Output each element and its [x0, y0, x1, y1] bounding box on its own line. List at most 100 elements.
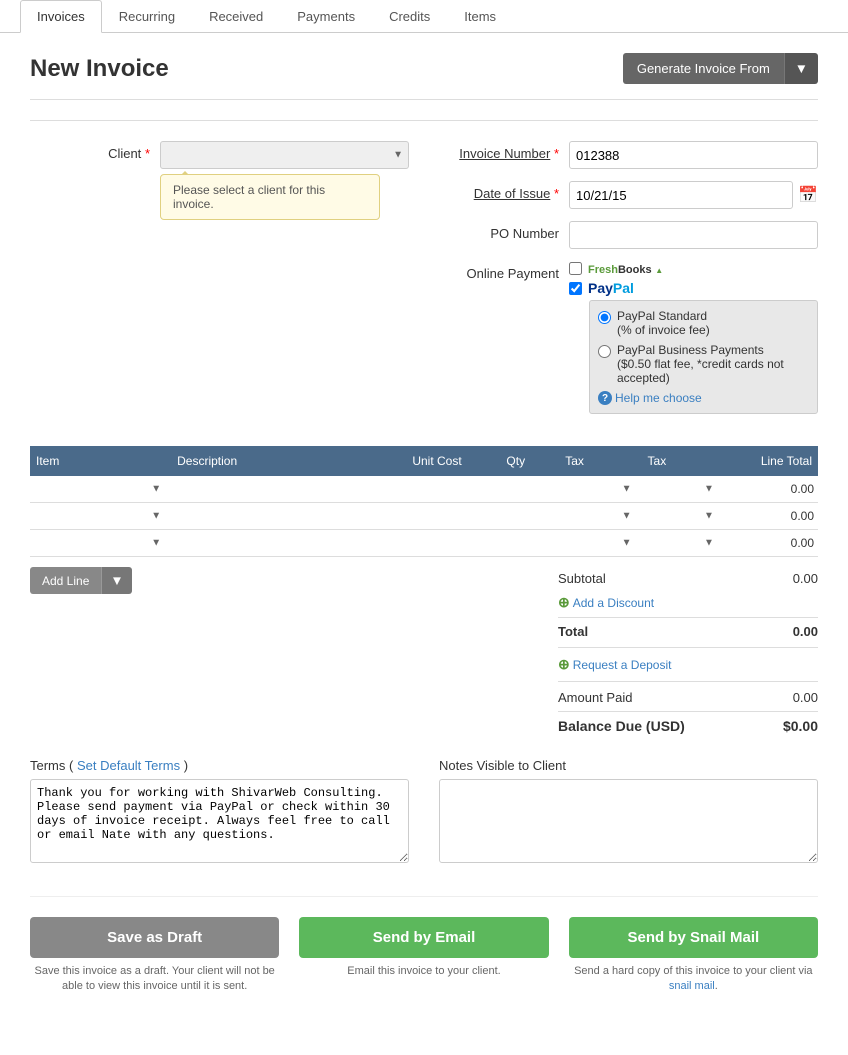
po-number-input[interactable] [569, 221, 818, 249]
notes-label: Notes Visible to Client [439, 758, 818, 773]
item-select-2[interactable] [34, 510, 167, 524]
po-number-input-container [569, 221, 818, 249]
paypal-options: PayPal Standard (% of invoice fee) PayPa… [589, 300, 818, 414]
chevron-down-icon: ▼ [110, 573, 123, 588]
chevron-down-icon: ▼ [795, 61, 808, 76]
save-as-draft-button[interactable]: Save as Draft [30, 917, 279, 958]
form-right: Invoice Number * Date of Issue * 📅 [439, 141, 818, 426]
client-label: Client * [30, 141, 160, 161]
col-description: Description [171, 446, 406, 476]
po-number-row: PO Number [439, 221, 818, 249]
main-content: New Invoice Generate Invoice From ▼ Clie… [0, 33, 848, 1055]
paypal-payment-option: PayPal [569, 280, 818, 296]
tab-payments[interactable]: Payments [280, 0, 372, 33]
plus-icon: ⊕ [558, 656, 570, 673]
page-header: New Invoice Generate Invoice From ▼ [30, 53, 818, 100]
client-select-wrapper [160, 141, 409, 169]
online-payment-row: Online Payment FreshBooks ▲ P [439, 261, 818, 414]
send-by-email-button[interactable]: Send by Email [299, 917, 548, 958]
notes-section: Notes Visible to Client [439, 758, 818, 866]
invoice-number-label: Invoice Number * [439, 141, 569, 161]
amount-paid-row: Amount Paid 0.00 [558, 686, 818, 709]
qty-input-3[interactable] [504, 534, 555, 552]
terms-label: Terms ( Set Default Terms ) [30, 758, 409, 773]
client-required: * [145, 146, 150, 161]
terms-section: Terms ( Set Default Terms ) <span data-b… [30, 758, 409, 866]
unit-cost-input-3[interactable] [410, 534, 496, 552]
request-deposit-link[interactable]: ⊕ Request a Deposit [558, 656, 671, 673]
qty-input-2[interactable] [504, 507, 555, 525]
totals-section: Subtotal 0.00 ⊕ Add a Discount Total 0.0… [558, 567, 818, 738]
tab-received[interactable]: Received [192, 0, 280, 33]
help-icon: ? [598, 391, 612, 405]
add-line-group: Add Line ▼ [30, 567, 132, 594]
add-line-button[interactable]: Add Line [30, 567, 101, 594]
paypal-business-radio[interactable] [598, 345, 611, 358]
client-select[interactable] [160, 141, 409, 169]
tab-recurring[interactable]: Recurring [102, 0, 192, 33]
table-row: 0.00 [30, 476, 818, 503]
po-number-label: PO Number [439, 221, 569, 241]
description-input-2[interactable] [175, 507, 402, 525]
freshbooks-logo: FreshBooks ▲ [588, 261, 663, 276]
nav-tabs: Invoices Recurring Received Payments Cre… [0, 0, 848, 33]
invoice-number-input[interactable] [569, 141, 818, 169]
date-of-issue-label: Date of Issue * [439, 181, 569, 201]
set-default-terms-link[interactable]: Set Default Terms [77, 758, 180, 773]
page-title: New Invoice [30, 55, 169, 83]
paypal-standard-row: PayPal Standard (% of invoice fee) [598, 309, 809, 337]
generate-invoice-button[interactable]: Generate Invoice From [623, 53, 784, 84]
tab-invoices[interactable]: Invoices [20, 0, 102, 33]
balance-due-row: Balance Due (USD) $0.00 [558, 711, 818, 738]
table-row: 0.00 [30, 530, 818, 557]
invoice-number-row: Invoice Number * [439, 141, 818, 169]
date-of-issue-input[interactable] [569, 181, 793, 209]
total-row: Total 0.00 [558, 617, 818, 643]
col-qty: Qty [500, 446, 559, 476]
paypal-logo: PayPal [588, 280, 634, 296]
unit-cost-input-2[interactable] [410, 507, 496, 525]
tax2-select-3[interactable] [646, 537, 720, 551]
tax2-select-1[interactable] [646, 483, 720, 497]
add-line-dropdown[interactable]: ▼ [101, 567, 131, 594]
description-input-1[interactable] [175, 480, 402, 498]
generate-invoice-dropdown[interactable]: ▼ [784, 53, 818, 84]
tab-credits[interactable]: Credits [372, 0, 447, 33]
terms-textarea[interactable]: <span data-bind="terms.value"></span> [30, 779, 409, 863]
paypal-standard-radio[interactable] [598, 311, 611, 324]
qty-input-1[interactable] [504, 480, 555, 498]
subtotal-row: Subtotal 0.00 [558, 567, 818, 590]
add-discount-link[interactable]: ⊕ Add a Discount [558, 594, 654, 611]
col-unit-cost: Unit Cost [406, 446, 500, 476]
description-input-3[interactable] [175, 534, 402, 552]
email-group: Send by Email Email this invoice to your… [299, 917, 548, 979]
deposit-row: ⊕ Request a Deposit [558, 652, 818, 677]
paypal-business-row: PayPal Business Payments ($0.50 flat fee… [598, 343, 809, 385]
tax1-select-2[interactable] [563, 510, 637, 524]
paypal-checkbox[interactable] [569, 282, 582, 295]
unit-cost-input-1[interactable] [410, 480, 496, 498]
invoice-number-input-container [569, 141, 818, 169]
help-me-choose-link[interactable]: ? Help me choose [598, 391, 809, 405]
form-left: Client * Please select a client for this… [30, 141, 409, 426]
line-total-3: 0.00 [724, 530, 818, 557]
online-payment-label: Online Payment [439, 261, 569, 281]
freshbooks-checkbox[interactable] [569, 262, 582, 275]
tax1-select-1[interactable] [563, 483, 637, 497]
col-line-total: Line Total [724, 446, 818, 476]
snail-mail-link[interactable]: snail mail [669, 980, 715, 992]
item-select-1[interactable] [34, 483, 167, 497]
tax1-select-3[interactable] [563, 537, 637, 551]
tax2-select-2[interactable] [646, 510, 720, 524]
col-tax2: Tax [642, 446, 724, 476]
notes-textarea[interactable] [439, 779, 818, 863]
line-total-2: 0.00 [724, 503, 818, 530]
col-tax1: Tax [559, 446, 641, 476]
calendar-icon[interactable]: 📅 [798, 185, 818, 205]
client-input-container: Please select a client for this invoice. [160, 141, 409, 220]
generate-btn-group: Generate Invoice From ▼ [623, 53, 818, 84]
send-by-snail-mail-button[interactable]: Send by Snail Mail [569, 917, 818, 958]
item-select-3[interactable] [34, 537, 167, 551]
tab-items[interactable]: Items [447, 0, 513, 33]
table-bottom: Add Line ▼ Subtotal 0.00 ⊕ Add a Discoun… [30, 567, 818, 738]
